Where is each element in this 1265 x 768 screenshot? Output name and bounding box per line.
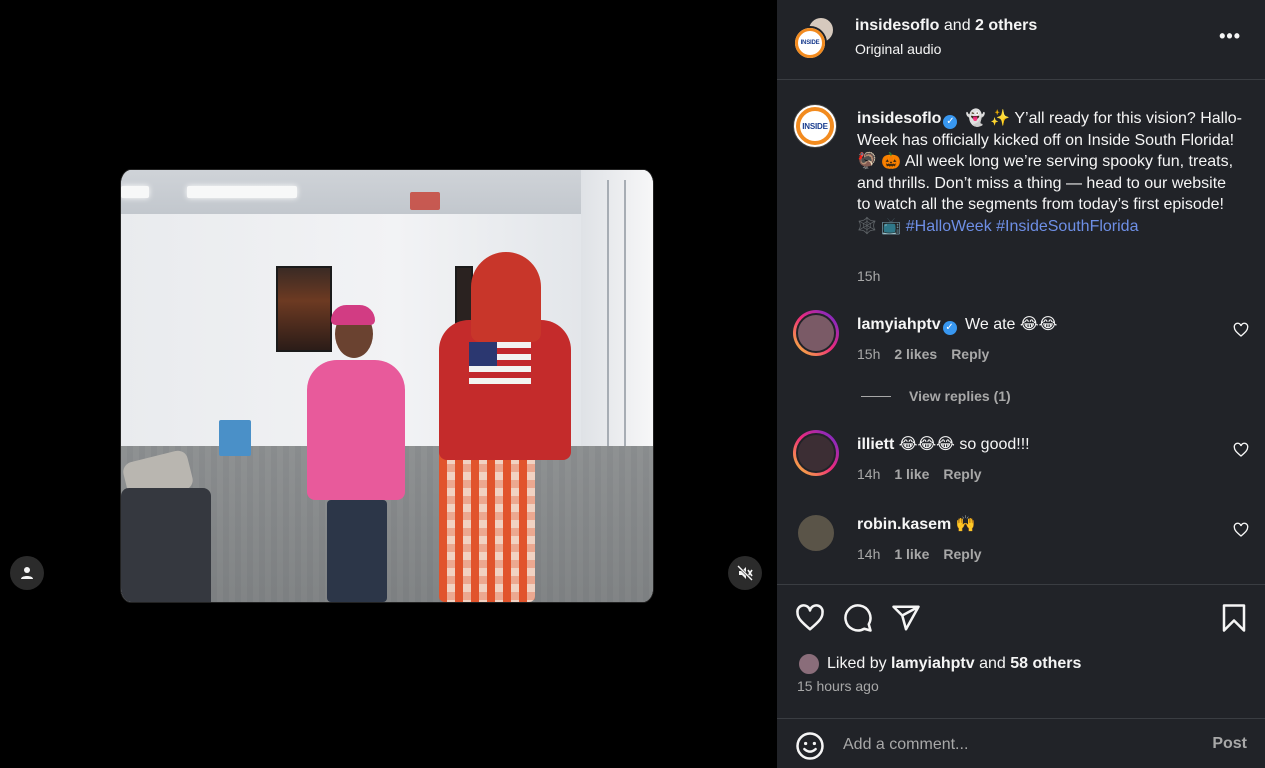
comment-text: robin.kasem 🙌 (857, 514, 976, 534)
liked-by-prefix: Liked by (827, 655, 887, 672)
avatar[interactable]: INSIDE (793, 104, 837, 148)
comment-item: lamyiahptv ✓ We ate 😂😂 15h 2 likes Reply (793, 310, 1249, 370)
logo-text: INSIDE (802, 121, 828, 131)
more-options-icon[interactable]: ••• (1219, 26, 1241, 47)
post-timestamp[interactable]: 15 hours ago (797, 678, 879, 694)
comment-time: 14h (857, 466, 881, 482)
verified-badge-icon: ✓ (943, 115, 958, 129)
comment-heart-icon[interactable] (1233, 522, 1249, 538)
comment-username[interactable]: lamyiahptv (857, 316, 941, 333)
liked-by-mid: and (979, 655, 1006, 672)
comment-meta: 14h 1 like Reply (857, 546, 996, 562)
comment-time: 14h (857, 546, 881, 562)
comment-icon[interactable] (843, 603, 873, 633)
comment-heart-icon[interactable] (1233, 322, 1249, 338)
avatar[interactable] (797, 652, 821, 676)
comment-text: illiett 😂😂😂 so good!!! (857, 434, 1030, 454)
inside-logo: INSIDE (796, 107, 834, 145)
avatar[interactable] (793, 310, 839, 356)
collab-avatars[interactable]: INSIDE (793, 16, 841, 64)
comment-username[interactable]: robin.kasem (857, 516, 951, 533)
user-icon (21, 567, 33, 579)
comment-body: 😂😂😂 so good!!! (894, 436, 1030, 453)
add-comment-bar: Post (777, 718, 1265, 768)
verified-badge-icon: ✓ (942, 321, 957, 335)
comment-likes[interactable]: 1 like (894, 546, 929, 562)
reply-button[interactable]: Reply (951, 346, 989, 362)
comment-meta: 15h 2 likes Reply (857, 346, 1003, 362)
avatar[interactable] (793, 430, 839, 476)
liked-by-user[interactable]: lamyiahptv (891, 655, 975, 673)
action-bar (777, 584, 1265, 650)
media-area (0, 0, 777, 768)
video-scene (121, 170, 653, 602)
tagged-users-button[interactable] (10, 556, 44, 590)
comment-time: 15h (857, 346, 881, 362)
header-username[interactable]: insidesoflo (855, 17, 939, 34)
comment-body: We ate 😂😂 (960, 316, 1058, 333)
audio-link[interactable]: Original audio (855, 41, 941, 57)
mute-button[interactable] (728, 556, 762, 590)
inside-logo: INSIDE (795, 28, 825, 58)
caption-username[interactable]: insidesoflo (857, 110, 941, 127)
reply-button[interactable]: Reply (943, 466, 981, 482)
emoji-icon[interactable] (795, 731, 825, 761)
caption-time: 15h (857, 268, 881, 284)
comment-item: illiett 😂😂😂 so good!!! 14h 1 like Reply (793, 430, 1249, 490)
hashtag-link[interactable]: #InsideSouthFlorida (996, 218, 1138, 235)
logo-text: INSIDE (800, 40, 820, 46)
liked-by: Liked by lamyiahptv and 58 others (797, 652, 1081, 676)
post-comment-button[interactable]: Post (1212, 735, 1247, 753)
header-others[interactable]: 2 others (975, 17, 1037, 34)
view-replies-label: View replies (1) (909, 388, 1011, 404)
comment-input[interactable] (843, 731, 1183, 759)
comment-heart-icon[interactable] (1233, 442, 1249, 458)
header-title: insidesoflo and 2 others (855, 17, 1037, 35)
post-header: INSIDE insidesoflo and 2 others Original… (777, 0, 1265, 80)
comment-username[interactable]: illiett (857, 436, 894, 453)
caption-text: insidesoflo ✓ 👻 ✨ Y’all ready for this vi… (857, 108, 1242, 238)
comment-meta: 14h 1 like Reply (857, 466, 996, 482)
liked-by-others[interactable]: 58 others (1010, 655, 1081, 673)
reply-button[interactable]: Reply (943, 546, 981, 562)
share-icon[interactable] (891, 603, 921, 633)
comment-body: 🙌 (951, 516, 976, 533)
hashtag-link[interactable]: #HalloWeek (906, 218, 992, 235)
comment-likes[interactable]: 1 like (894, 466, 929, 482)
comment-item: robin.kasem 🙌 14h 1 like Reply (793, 510, 1249, 570)
reel-video[interactable] (121, 170, 653, 602)
comment-likes[interactable]: 2 likes (894, 346, 937, 362)
replies-divider (861, 395, 891, 397)
view-replies-button[interactable]: View replies (1) (861, 388, 1011, 404)
heart-icon[interactable] (795, 603, 825, 633)
comment-text: lamyiahptv ✓ We ate 😂😂 (857, 314, 1057, 335)
bookmark-icon[interactable] (1219, 603, 1249, 633)
post-panel: INSIDE insidesoflo and 2 others Original… (777, 0, 1265, 768)
avatar: INSIDE (793, 26, 827, 60)
header-and: and (939, 17, 976, 34)
mute-icon (737, 565, 753, 581)
caption-body: 👻 ✨ Y’all ready for this vision? Hallo-W… (857, 110, 1242, 235)
avatar[interactable] (793, 510, 839, 556)
